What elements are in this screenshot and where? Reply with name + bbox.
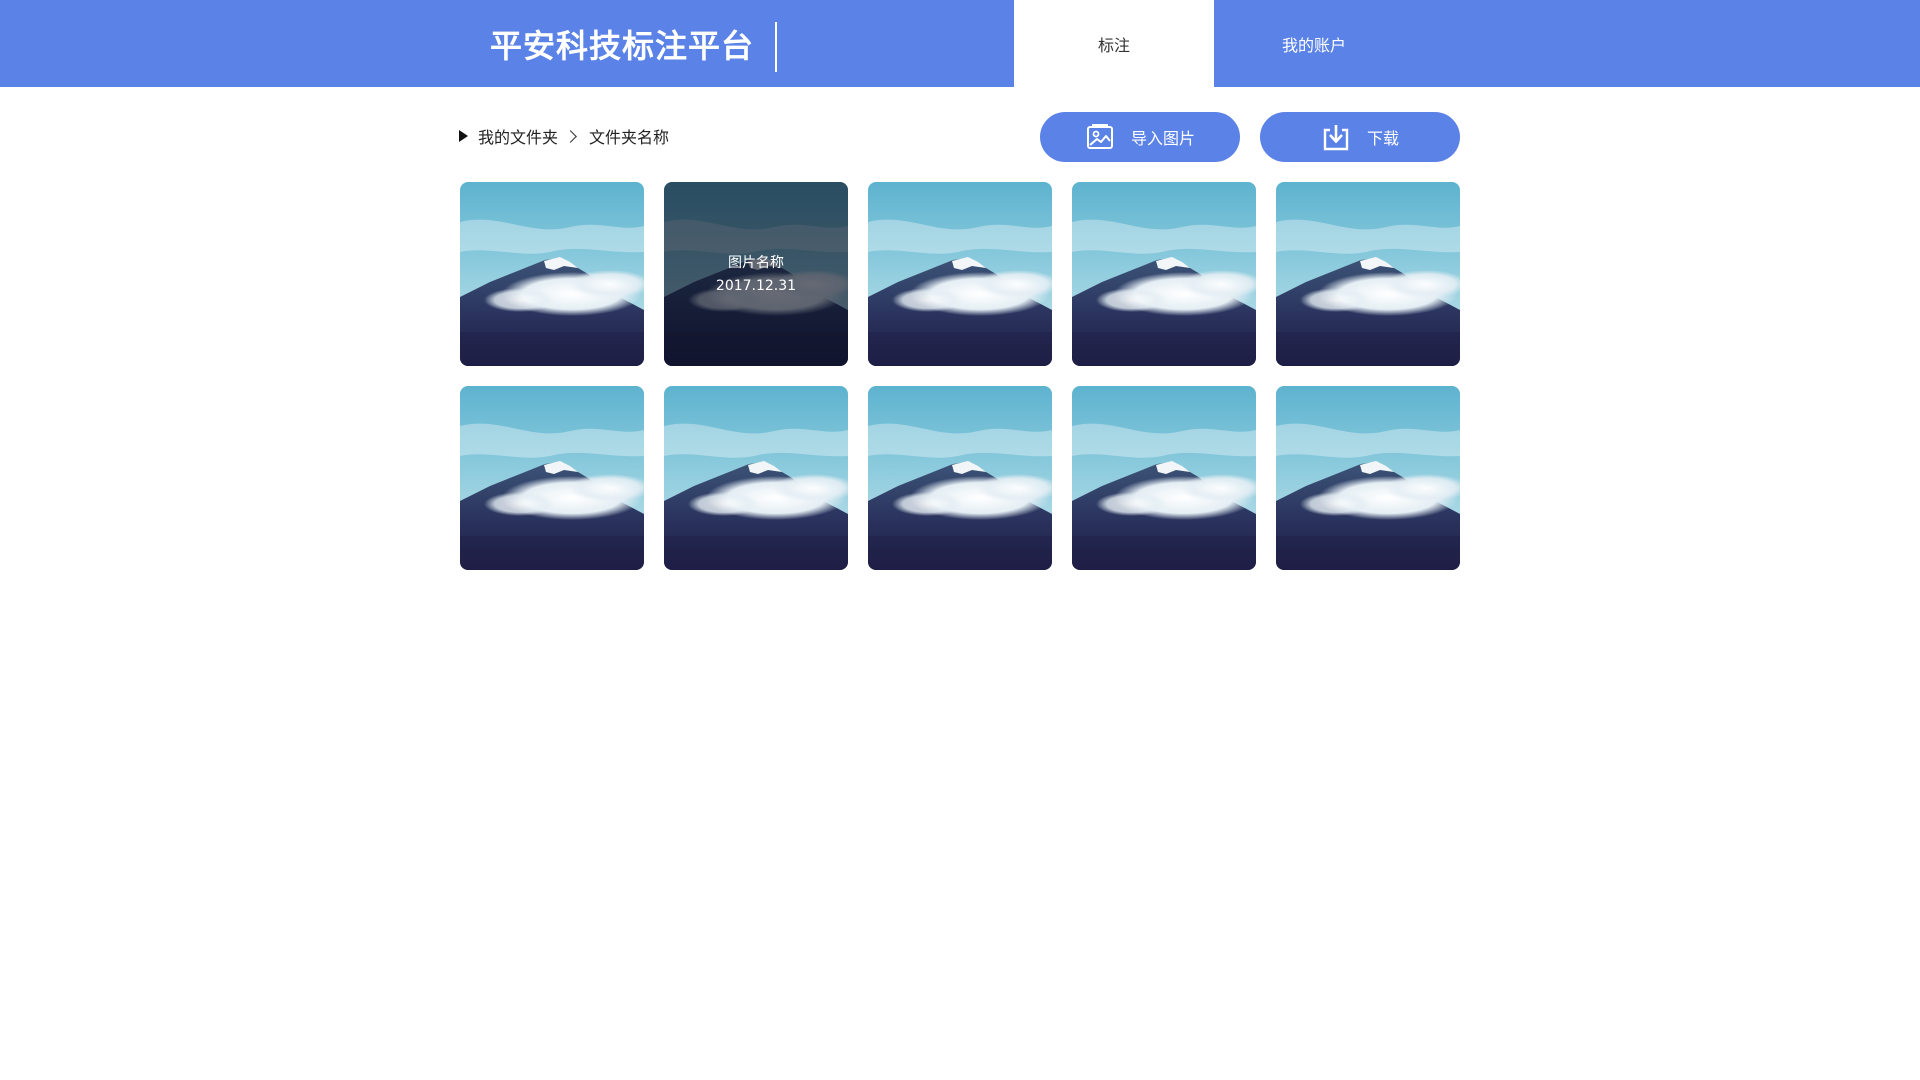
chevron-right-icon	[564, 129, 577, 143]
brand-divider	[775, 22, 777, 72]
image-tile[interactable]	[1276, 182, 1460, 366]
mountain-photo	[1276, 386, 1460, 570]
mountain-photo	[868, 182, 1052, 366]
image-tile[interactable]	[460, 386, 644, 570]
tile-hover-overlay: 图片名称 2017.12.31	[664, 182, 848, 366]
image-grid: 图片名称 2017.12.31	[460, 182, 1464, 570]
image-tile[interactable]	[868, 182, 1052, 366]
image-tile[interactable]	[1276, 386, 1460, 570]
image-name: 图片名称	[728, 255, 784, 271]
download-icon	[1321, 122, 1351, 152]
image-tile[interactable]	[1072, 386, 1256, 570]
tab-annotate-label: 标注	[1097, 35, 1130, 55]
import-image-button[interactable]: 导入图片	[1040, 112, 1240, 162]
breadcrumb-root[interactable]: 我的文件夹	[478, 124, 558, 148]
top-nav-bar: 平安科技标注平台 标注 我的账户	[0, 0, 1920, 87]
mountain-photo	[1072, 386, 1256, 570]
mountain-photo	[460, 386, 644, 570]
download-button[interactable]: 下载	[1260, 112, 1460, 162]
image-date: 2017.12.31	[715, 278, 797, 294]
mountain-photo	[664, 386, 848, 570]
tab-annotate[interactable]: 标注	[1014, 0, 1214, 87]
image-import-icon	[1085, 122, 1115, 152]
mountain-photo	[1072, 182, 1256, 366]
caret-right-icon	[459, 130, 468, 142]
image-tile[interactable]	[460, 182, 644, 366]
image-tile[interactable]	[1072, 182, 1256, 366]
tab-my-account[interactable]: 我的账户	[1214, 0, 1414, 87]
image-tile[interactable]	[664, 386, 848, 570]
image-tile[interactable]	[868, 386, 1052, 570]
tab-my-account-label: 我的账户	[1281, 35, 1346, 55]
breadcrumb-current: 文件夹名称	[589, 128, 670, 147]
import-image-label: 导入图片	[1130, 129, 1195, 148]
download-label: 下载	[1366, 129, 1399, 148]
mountain-photo	[868, 386, 1052, 570]
mountain-photo	[460, 182, 644, 366]
breadcrumb: 我的文件夹 文件夹名称	[459, 124, 669, 148]
mountain-photo	[1276, 182, 1460, 366]
image-tile[interactable]: 图片名称 2017.12.31	[664, 182, 848, 366]
brand-title: 平安科技标注平台	[490, 27, 755, 65]
